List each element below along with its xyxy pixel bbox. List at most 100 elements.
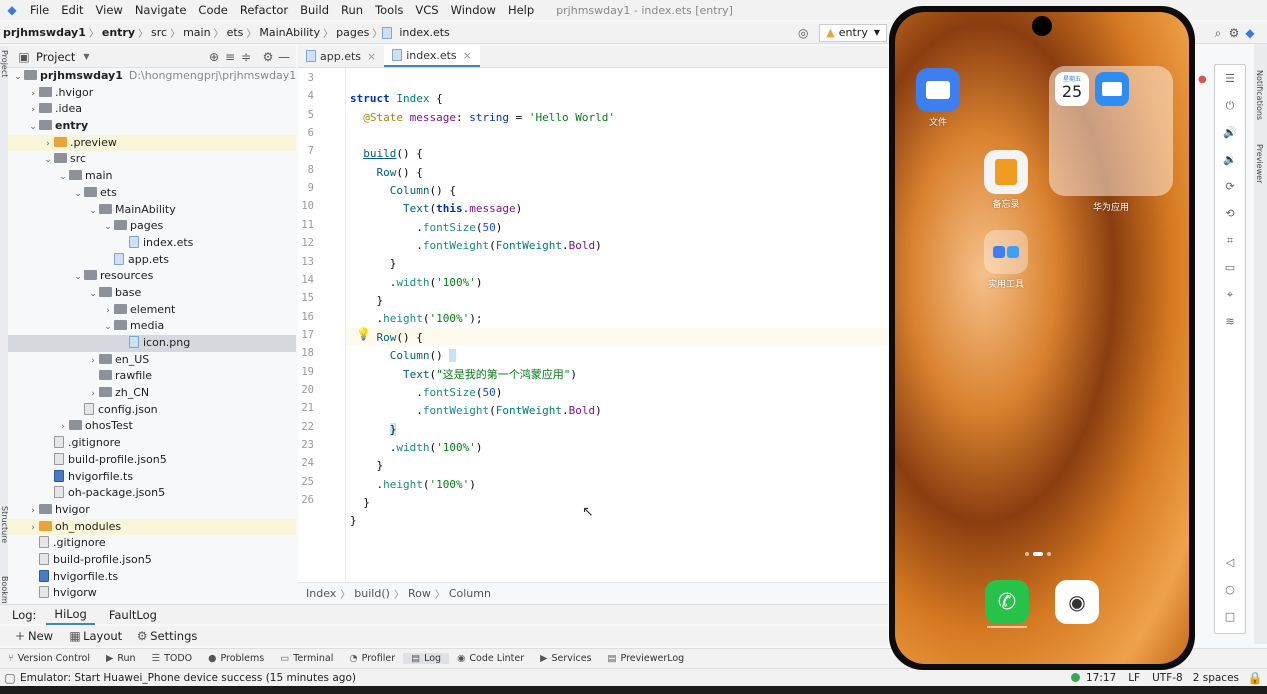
notifications-side-tab[interactable]: Notifications: [1255, 70, 1264, 120]
tree-item[interactable]: rawfile: [8, 368, 296, 385]
wifi-icon[interactable]: ≋: [1215, 308, 1245, 335]
tree-item[interactable]: › oh_modules: [8, 518, 296, 537]
chevron-down-icon[interactable]: ⌄: [12, 69, 24, 86]
menu-item-file[interactable]: File: [24, 0, 55, 20]
minimize-icon[interactable]: —: [276, 49, 292, 65]
chevron-down-icon[interactable]: ⌄: [72, 186, 84, 203]
breadcrumb-item[interactable]: index.ets: [396, 26, 452, 39]
camera-icon[interactable]: ◉: [1055, 580, 1099, 624]
tab-faultlog[interactable]: FaultLog: [101, 608, 165, 622]
collapse-all-icon[interactable]: ≑: [238, 49, 254, 65]
tool-window-problems[interactable]: ● Problems: [200, 653, 272, 664]
new-button[interactable]: New: [28, 629, 53, 643]
tree-item[interactable]: › .hvigor: [8, 85, 296, 102]
chevron-right-icon[interactable]: ›: [87, 386, 99, 403]
chevron-right-icon[interactable]: ›: [27, 86, 39, 103]
tree-item[interactable]: › .preview: [8, 134, 296, 153]
phone-screen[interactable]: 文件 备忘录 实用工具 星期五 25 华为应用 ✆ ◉: [895, 12, 1189, 664]
plus-icon[interactable]: +: [12, 628, 28, 644]
menu-item-tools[interactable]: Tools: [369, 0, 409, 20]
tool-window-code-linter[interactable]: ◉ Code Linter: [449, 653, 532, 664]
chevron-down-icon[interactable]: ⌄: [87, 286, 99, 303]
tree-item[interactable]: ⌄ media: [8, 318, 296, 335]
tree-item[interactable]: .gitignore: [8, 535, 296, 552]
breadcrumb-item[interactable]: ets: [224, 26, 247, 39]
tool-window-log[interactable]: ▤ Log: [403, 653, 450, 664]
layout-button[interactable]: Layout: [83, 629, 122, 643]
phone-call-icon[interactable]: ✆: [985, 580, 1029, 624]
menu-item-help[interactable]: Help: [502, 0, 540, 20]
run-config-dropdown[interactable]: ▲ entry ▼: [819, 23, 887, 42]
chevron-right-icon[interactable]: ›: [27, 520, 39, 537]
tree-item[interactable]: › .idea: [8, 101, 296, 118]
gear-icon[interactable]: ⚙: [260, 49, 276, 65]
gear-icon[interactable]: ⚙: [134, 628, 150, 644]
tree-item[interactable]: ⌄ MainAbility: [8, 202, 296, 219]
chevron-right-icon[interactable]: ›: [27, 102, 39, 119]
breadcrumb-item[interactable]: entry: [99, 26, 138, 39]
line-separator[interactable]: LF: [1128, 672, 1140, 684]
editor-breadcrumb-item[interactable]: Row: [408, 587, 431, 600]
tree-item[interactable]: ⌄ prjhmswday1 D:\hongmengprj\prjhmswday1: [8, 68, 296, 85]
chevron-right-icon[interactable]: ›: [57, 419, 69, 436]
menu-item-vcs[interactable]: VCS: [409, 0, 444, 20]
status-message[interactable]: Emulator: Start Huawei_Phone device succ…: [20, 672, 356, 684]
previewer-side-tab[interactable]: Previewer: [1255, 144, 1264, 183]
back-icon[interactable]: ◁: [1215, 549, 1245, 576]
breadcrumb-item[interactable]: pages: [333, 26, 372, 39]
chevron-down-icon[interactable]: ⌄: [42, 152, 54, 169]
tree-item[interactable]: ⌄ ets: [8, 185, 296, 202]
tree-item[interactable]: ⌄ resources: [8, 268, 296, 285]
breadcrumb-item[interactable]: MainAbility: [256, 26, 323, 39]
tree-item[interactable]: hvigorfile.ts: [8, 469, 296, 486]
menu-item-code[interactable]: Code: [192, 0, 233, 20]
folder-tools[interactable]: 实用工具: [979, 230, 1033, 290]
tree-item[interactable]: › element: [8, 302, 296, 319]
menu-item-refactor[interactable]: Refactor: [234, 0, 294, 20]
tree-item[interactable]: .gitignore: [8, 435, 296, 452]
volume-up-icon[interactable]: 🔊: [1215, 119, 1245, 146]
tree-item[interactable]: › hvigor: [8, 502, 296, 519]
tree-item[interactable]: › ohosTest: [8, 418, 296, 435]
tool-window-previewerlog[interactable]: ▤ PreviewerLog: [600, 653, 693, 664]
phone-emulator[interactable]: 文件 备忘录 实用工具 星期五 25 华为应用 ✆ ◉: [889, 6, 1195, 670]
menu-item-window[interactable]: Window: [445, 0, 502, 20]
tree-item[interactable]: index.ets: [8, 235, 296, 252]
tree-item[interactable]: build-profile.json5: [8, 552, 296, 569]
tree-item[interactable]: hvigorfile.ts: [8, 569, 296, 586]
chevron-down-icon[interactable]: ⌄: [72, 269, 84, 286]
tree-item[interactable]: ⌄ entry: [8, 118, 296, 135]
breadcrumb-item[interactable]: src: [148, 26, 170, 39]
tab-index-ets[interactable]: index.ets ×: [384, 45, 480, 67]
lock-icon[interactable]: 🔒: [1247, 670, 1263, 686]
chevron-right-icon[interactable]: ›: [102, 303, 114, 320]
close-icon[interactable]: ×: [367, 50, 376, 63]
menu-item-edit[interactable]: Edit: [55, 0, 89, 20]
battery-icon[interactable]: ▭: [1215, 254, 1245, 281]
editor-breadcrumb-item[interactable]: Index: [306, 587, 336, 600]
tab-app-ets[interactable]: app.ets ×: [298, 45, 384, 67]
screenshot-icon[interactable]: ⌗: [1215, 227, 1245, 254]
search-icon[interactable]: ⌕: [1210, 25, 1226, 41]
volume-down-icon[interactable]: 🔉: [1215, 146, 1245, 173]
tree-item[interactable]: ⌄ pages: [8, 218, 296, 235]
chevron-down-icon[interactable]: ⌄: [87, 203, 99, 220]
tool-window-profiler[interactable]: ◔ Profiler: [341, 653, 403, 664]
chevron-right-icon[interactable]: ›: [42, 136, 54, 153]
tree-item[interactable]: app.ets: [8, 252, 296, 269]
tree-item[interactable]: ⌄ src: [8, 151, 296, 168]
app-files[interactable]: 文件: [911, 68, 965, 128]
tool-window-version-control[interactable]: ⑂ Version Control: [0, 653, 98, 664]
rotate-icon[interactable]: ⟳: [1215, 173, 1245, 200]
settings-button[interactable]: Settings: [150, 629, 197, 643]
menu-item-view[interactable]: View: [90, 0, 129, 20]
tree-item[interactable]: hvigorw: [8, 585, 296, 602]
tool-window-services[interactable]: ▶ Services: [532, 653, 599, 664]
chevron-down-icon[interactable]: ⌄: [27, 119, 39, 136]
cursor-position[interactable]: 17:17: [1086, 672, 1116, 684]
chevron-down-icon[interactable]: ▼: [83, 52, 89, 61]
layout-icon[interactable]: ▦: [67, 628, 83, 644]
target-icon[interactable]: ◎: [795, 25, 811, 41]
location-icon[interactable]: ⌖: [1215, 281, 1245, 308]
close-icon[interactable]: ×: [463, 49, 472, 62]
